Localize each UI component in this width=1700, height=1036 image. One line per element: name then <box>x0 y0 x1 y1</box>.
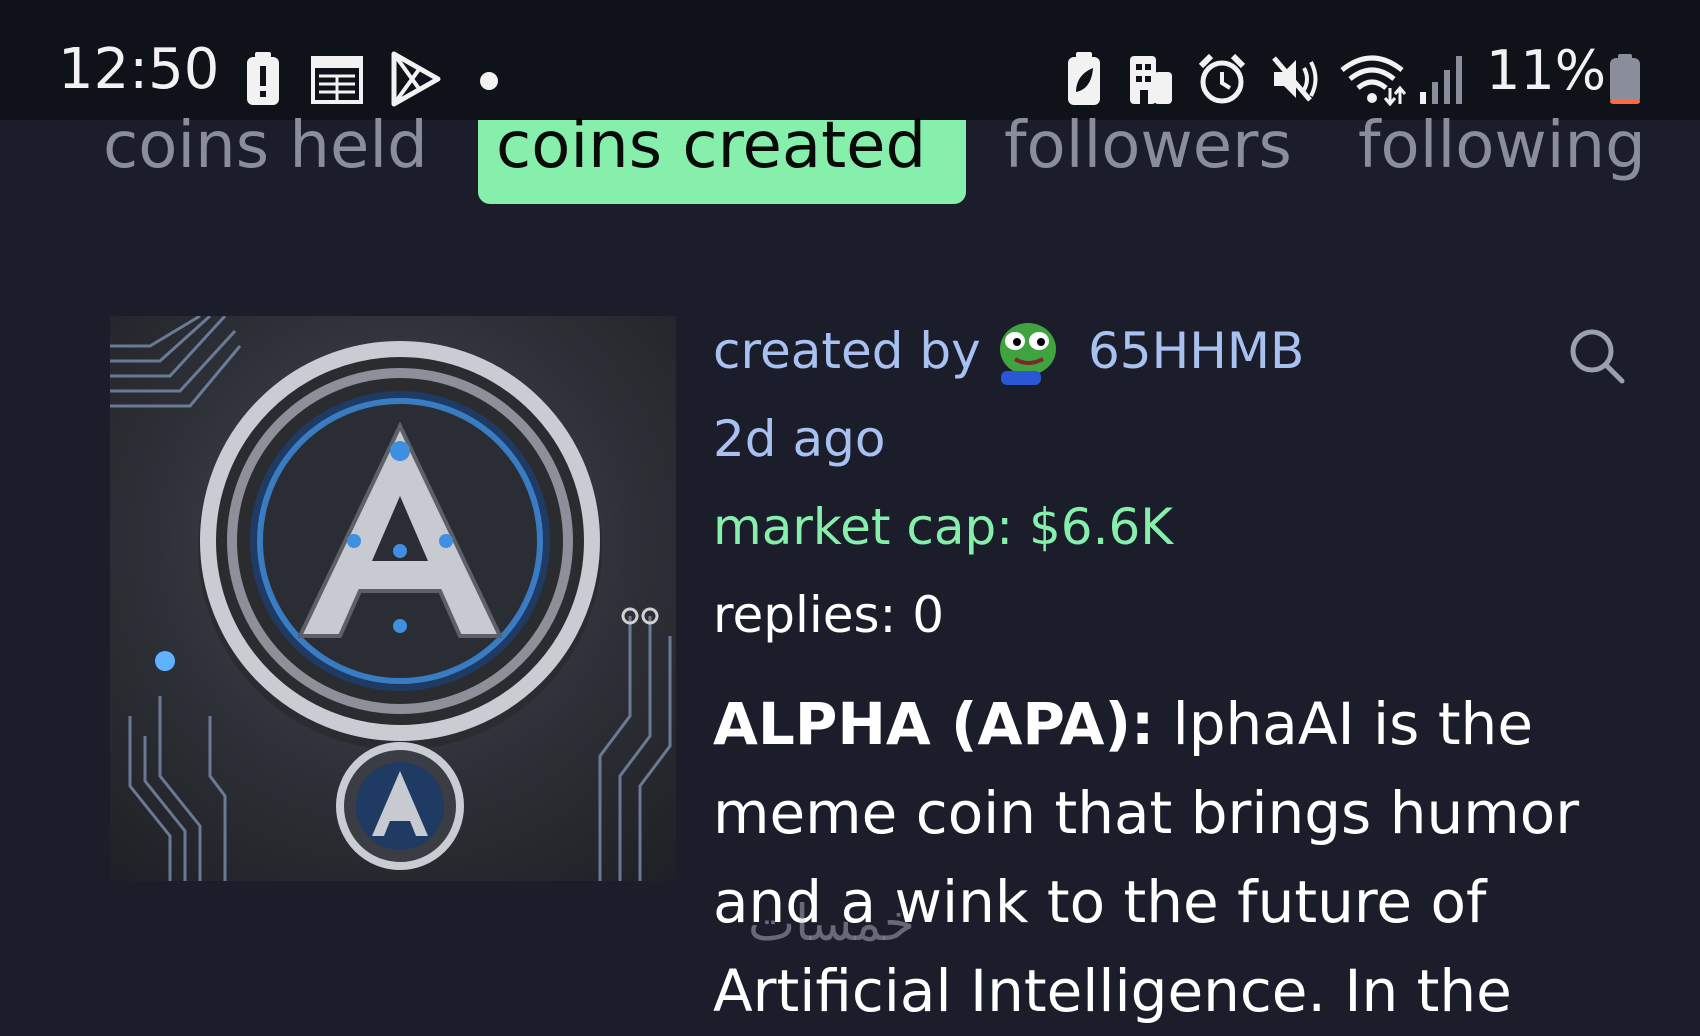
play-store-icon <box>391 51 441 107</box>
pepe-avatar-icon[interactable] <box>997 315 1059 385</box>
watermark: خمسات <box>748 894 915 952</box>
building-icon <box>1130 56 1172 104</box>
tab-coins-held[interactable]: coins held <box>103 114 428 178</box>
alarm-icon <box>1198 53 1246 104</box>
battery-icon <box>1610 54 1640 104</box>
created-by-label: created by <box>713 322 981 380</box>
tab-following[interactable]: following <box>1358 114 1646 178</box>
battery-saver-icon <box>1068 52 1100 105</box>
notification-dot-icon <box>480 72 498 90</box>
battery-alert-icon <box>247 52 279 105</box>
wifi-icon <box>1340 55 1406 106</box>
market-cap: market cap: $6.6K <box>713 498 1174 556</box>
search-icon[interactable] <box>1568 327 1626 385</box>
coin-name: ALPHA (APA): <box>713 690 1155 758</box>
replies-count: replies: 0 <box>713 586 945 644</box>
mute-icon <box>1272 56 1318 102</box>
coin-description[interactable]: ALPHA (APA): lphaAI is the meme coin tha… <box>713 680 1643 1036</box>
battery-percent: 11% <box>1486 39 1607 102</box>
creator-name[interactable]: 65HHMB <box>1088 326 1304 376</box>
tab-followers[interactable]: followers <box>1004 114 1292 178</box>
coin-image[interactable] <box>110 316 676 881</box>
status-time: 12:50 <box>58 37 220 102</box>
alpha-coin-logo <box>110 316 672 881</box>
time-ago: 2d ago <box>713 410 886 468</box>
status-bar: 12:50 11% <box>0 0 1700 120</box>
calendar-icon <box>311 56 363 104</box>
signal-icon <box>1420 56 1462 104</box>
tab-coins-created[interactable]: coins created <box>496 114 926 178</box>
